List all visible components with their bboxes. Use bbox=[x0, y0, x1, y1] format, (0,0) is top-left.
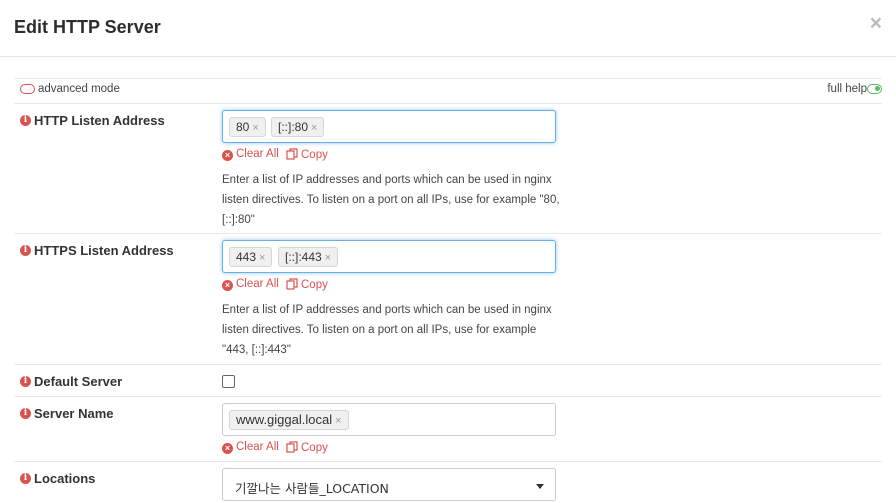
tag-ipv6-443: [::]:443 × bbox=[278, 247, 339, 267]
mode-toggle-row: advanced mode full help bbox=[14, 78, 882, 103]
copy-icon bbox=[286, 148, 298, 160]
copy-button[interactable]: Copy bbox=[286, 441, 328, 454]
server-name-input[interactable]: www.giggal.local × bbox=[222, 403, 556, 436]
remove-circle-icon: × bbox=[222, 443, 233, 454]
chevron-down-icon bbox=[536, 484, 544, 489]
remove-circle-icon: × bbox=[222, 150, 233, 161]
default-server-checkbox[interactable] bbox=[222, 375, 235, 388]
full-help-label[interactable]: full help bbox=[827, 83, 867, 95]
info-icon[interactable]: i bbox=[20, 115, 31, 126]
advanced-mode-label[interactable]: advanced mode bbox=[38, 83, 120, 95]
tag-ipv6-80: [::]:80 × bbox=[271, 117, 325, 137]
tag-443: 443 × bbox=[229, 247, 273, 267]
close-icon[interactable]: × bbox=[870, 12, 882, 36]
tag-server-name: www.giggal.local × bbox=[229, 410, 349, 430]
http-listen-input[interactable]: 80 × [::]:80 × bbox=[222, 110, 556, 143]
clear-all-button[interactable]: × Clear All bbox=[222, 278, 279, 291]
tag-remove-icon[interactable]: × bbox=[259, 252, 265, 264]
locations-row: i Locations 기깔나는 사람들_LOCATION bbox=[14, 461, 882, 503]
copy-icon bbox=[286, 278, 298, 290]
copy-button[interactable]: Copy bbox=[286, 278, 328, 291]
https-listen-input[interactable]: 443 × [::]:443 × bbox=[222, 240, 556, 273]
https-listen-help: Enter a list of IP addresses and ports w… bbox=[222, 304, 552, 356]
tag-remove-icon[interactable]: × bbox=[311, 122, 317, 134]
default-server-label: Default Server bbox=[34, 374, 123, 389]
locations-label: Locations bbox=[34, 471, 96, 486]
server-name-label: Server Name bbox=[34, 406, 114, 421]
http-listen-label: HTTP Listen Address bbox=[34, 113, 165, 128]
advanced-mode-toggle-icon[interactable] bbox=[20, 84, 35, 94]
http-listen-row: i HTTP Listen Address 80 × [::]:80 × × Clea… bbox=[14, 103, 882, 233]
https-listen-label: HTTPS Listen Address bbox=[34, 243, 174, 258]
tag-80: 80 × bbox=[229, 117, 266, 137]
copy-button[interactable]: Copy bbox=[286, 148, 328, 161]
clear-all-button[interactable]: × Clear All bbox=[222, 441, 279, 454]
locations-selected-value: 기깔나는 사람들_LOCATION bbox=[235, 481, 389, 496]
copy-icon bbox=[286, 441, 298, 453]
default-server-row: i Default Server bbox=[14, 364, 882, 396]
tag-remove-icon[interactable]: × bbox=[252, 122, 258, 134]
tag-remove-icon[interactable]: × bbox=[325, 252, 331, 264]
locations-select[interactable]: 기깔나는 사람들_LOCATION bbox=[222, 468, 556, 501]
tag-remove-icon[interactable]: × bbox=[335, 415, 341, 427]
info-icon[interactable]: i bbox=[20, 245, 31, 256]
clear-all-button[interactable]: × Clear All bbox=[222, 148, 279, 161]
modal-header: Edit HTTP Server × bbox=[0, 0, 896, 57]
server-name-row: i Server Name www.giggal.local × × Clear A… bbox=[14, 396, 882, 461]
https-listen-row: i HTTPS Listen Address 443 × [::]:443 × × C… bbox=[14, 233, 882, 364]
full-help-toggle-icon[interactable] bbox=[867, 84, 882, 94]
remove-circle-icon: × bbox=[222, 280, 233, 291]
modal-title: Edit HTTP Server bbox=[14, 17, 161, 37]
info-icon[interactable]: i bbox=[20, 473, 31, 484]
http-listen-help: Enter a list of IP addresses and ports w… bbox=[222, 174, 560, 226]
info-icon[interactable]: i bbox=[20, 408, 31, 419]
info-icon[interactable]: i bbox=[20, 376, 31, 387]
